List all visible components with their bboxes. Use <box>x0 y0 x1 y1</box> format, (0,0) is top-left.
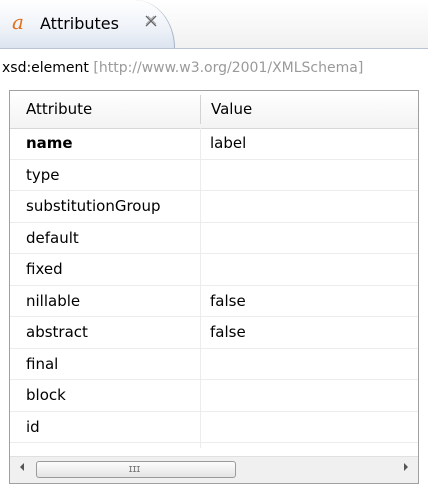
table-body: name label type substitutionGroup default fix… <box>10 128 418 475</box>
table-row[interactable]: default <box>10 223 418 254</box>
column-header-attribute[interactable]: Attribute <box>26 91 92 128</box>
table-row[interactable]: type <box>10 160 418 191</box>
element-path: xsd:element [http://www.w3.org/2001/XMLS… <box>0 60 428 88</box>
tab-attributes[interactable]: a Attributes <box>0 0 175 48</box>
scroll-right-arrow-icon[interactable] <box>396 457 416 483</box>
close-icon[interactable] <box>144 14 158 28</box>
table-row[interactable]: nillable false <box>10 286 418 317</box>
attribute-name-cell: substitutionGroup <box>26 197 161 215</box>
attribute-name-cell: abstract <box>26 323 88 341</box>
attribute-name-cell: fixed <box>26 260 63 278</box>
attribute-name-cell: block <box>26 386 66 404</box>
attributes-view: a Attributes xsd:element [http://www.w3.… <box>0 0 428 487</box>
table-row[interactable]: final <box>10 349 418 380</box>
attribute-value-cell[interactable]: false <box>210 317 246 347</box>
attribute-name-cell: type <box>26 165 60 184</box>
attributes-a-icon: a <box>11 10 33 34</box>
table-row[interactable]: fixed <box>10 254 418 286</box>
table-row[interactable]: name label <box>10 128 418 160</box>
horizontal-scrollbar[interactable]: III <box>10 456 418 483</box>
column-header-value[interactable]: Value <box>211 91 252 128</box>
tab-strip: a Attributes <box>0 0 428 49</box>
element-name: xsd:element <box>2 60 89 76</box>
column-divider[interactable] <box>200 95 201 124</box>
svg-text:a: a <box>12 12 24 34</box>
tab-label: Attributes <box>40 14 119 33</box>
attribute-name-cell: id <box>26 417 40 436</box>
table-row[interactable]: abstract false <box>10 317 418 349</box>
attribute-value-cell[interactable]: false <box>210 286 246 316</box>
table-row[interactable]: block <box>10 380 418 412</box>
attribute-name-cell: final <box>26 354 59 373</box>
attribute-name-cell: default <box>26 228 79 247</box>
element-namespace: [http://www.w3.org/2001/XMLSchema] <box>93 60 364 76</box>
attribute-name-cell: name <box>26 134 73 152</box>
attributes-table: Attribute Value name label type substitutio… <box>9 90 419 484</box>
table-header: Attribute Value <box>10 91 418 129</box>
scrollbar-grip: III <box>128 465 140 474</box>
attribute-name-cell: nillable <box>26 291 81 310</box>
table-row[interactable]: substitutionGroup <box>10 191 418 223</box>
attribute-value-cell[interactable]: label <box>210 128 246 158</box>
scrollbar-thumb[interactable]: III <box>36 461 236 478</box>
table-row[interactable]: id <box>10 412 418 443</box>
scroll-left-arrow-icon[interactable] <box>12 457 32 483</box>
